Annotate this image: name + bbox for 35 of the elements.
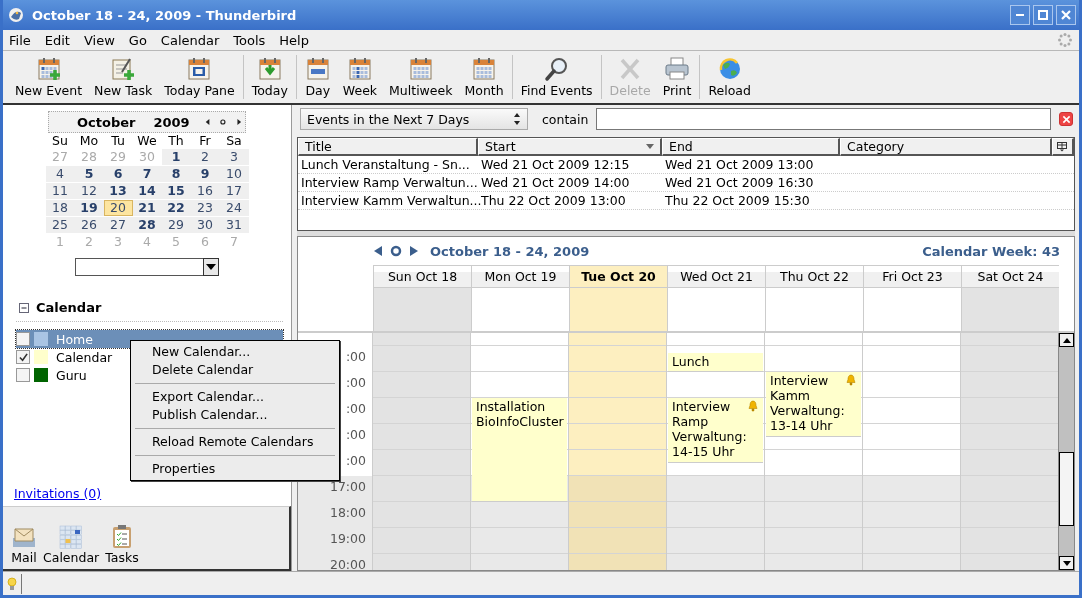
weekday-label: Th <box>167 133 185 149</box>
weekday-label: Fr <box>198 133 212 149</box>
event-title: Interview Ramp Verwaltung: 14-15 Uhr <box>672 399 747 459</box>
table-cell-text: Interview Kamm Verwaltun... <box>300 192 478 209</box>
table-cell-text: Wed 21 Oct 2009 13:00 <box>664 156 815 173</box>
filter-label: contain <box>542 111 589 127</box>
calendar-name: Calendar <box>56 349 113 365</box>
hour-label: 19:00 <box>298 528 372 554</box>
weekday-label: Tu <box>110 133 126 149</box>
event-title: Installation BioInfoCluster <box>476 399 564 429</box>
week-title: October 18 - 24, 2009 <box>430 243 591 259</box>
hour-label: :00 <box>344 348 367 366</box>
weekday-label: We <box>136 133 158 149</box>
table-cell-text: Thu 22 Oct 2009 15:30 <box>664 192 811 209</box>
hour-label: 18:00 <box>298 502 372 528</box>
window-title: October 18 - 24, 2009 - Thunderbird <box>32 7 298 23</box>
weekday-label: Mo <box>78 133 100 149</box>
table-cell-text: Wed 21 Oct 2009 16:30 <box>664 174 815 191</box>
weekday-label: Sa <box>225 133 243 149</box>
weekday-label: Su <box>51 133 69 149</box>
hour-label: :00 <box>344 400 367 418</box>
table-cell-text: Interview Ramp Verwaltun... <box>300 174 478 191</box>
event-title: Lunch <box>672 353 710 369</box>
calendar-name: Guru <box>56 367 87 383</box>
calendar-name: Home <box>56 331 93 347</box>
table-cell-text: Thu 22 Oct 2009 13:00 <box>480 192 627 209</box>
table-cell-text: Wed 21 Oct 2009 14:00 <box>480 174 631 191</box>
section-title: Calendar <box>36 300 102 315</box>
event-title: Interview Kamm Verwaltung: 13-14 Uhr <box>770 373 845 433</box>
week-number: Calendar Week: 43 <box>922 243 1060 259</box>
hour-label: 20:00 <box>298 554 372 570</box>
hour-label: :00 <box>344 374 367 392</box>
table-cell-text: Lunch Veranstaltung - Sn... <box>300 156 471 173</box>
hour-label: :00 <box>344 452 367 470</box>
table-cell-text: Wed 21 Oct 2009 12:15 <box>480 156 631 173</box>
